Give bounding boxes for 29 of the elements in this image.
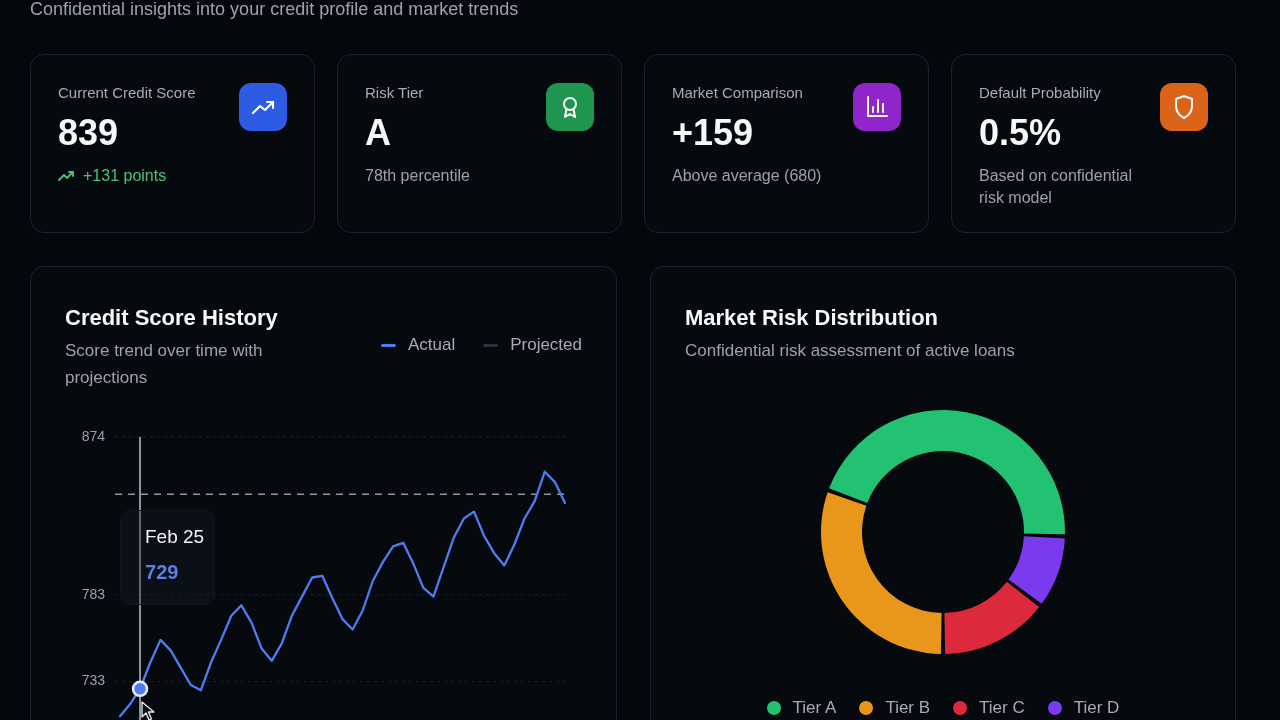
axis-label: 783: [81, 585, 105, 602]
legend-label: Tier C: [979, 697, 1025, 719]
trend-up-icon: [58, 170, 76, 182]
legend-label: Tier D: [1073, 697, 1120, 719]
page-subtitle: Confidential insights into your credit profile and market trends: [30, 0, 519, 18]
stat-label: Default Probability: [979, 83, 1101, 103]
legend-label: Tier B: [885, 697, 931, 719]
tooltip-value: 729: [145, 560, 179, 584]
stat-label: Risk Tier: [365, 83, 424, 103]
tooltip-date: Feb 25: [145, 526, 205, 548]
chart-title: Credit Score History: [65, 305, 278, 331]
axis-label: 874: [81, 427, 105, 444]
stat-value: A: [365, 112, 391, 154]
legend-label: Actual: [407, 334, 456, 356]
stat-label: Current Credit Score: [58, 83, 196, 103]
stat-value: +159: [672, 112, 754, 154]
stat-value: 0.5%: [979, 112, 1062, 154]
stat-value: 839: [58, 112, 119, 154]
score-change: +131 points: [83, 166, 167, 186]
stat-caption: Above average (680): [672, 166, 822, 186]
chart-subtitle: Confidential risk assessment of active loans: [685, 340, 1015, 362]
stat-label: Market Comparison: [672, 83, 803, 103]
chart-title: Market Risk Distribution: [685, 305, 939, 331]
axis-label: 733: [81, 672, 105, 689]
stat-caption: 78th percentile: [365, 166, 470, 186]
legend-label: Projected: [510, 334, 582, 356]
legend-label: Tier A: [792, 697, 837, 719]
chart-subtitle: Score trend over time with projections: [65, 340, 264, 389]
stat-caption: Based on confidential risk model: [979, 166, 1133, 208]
